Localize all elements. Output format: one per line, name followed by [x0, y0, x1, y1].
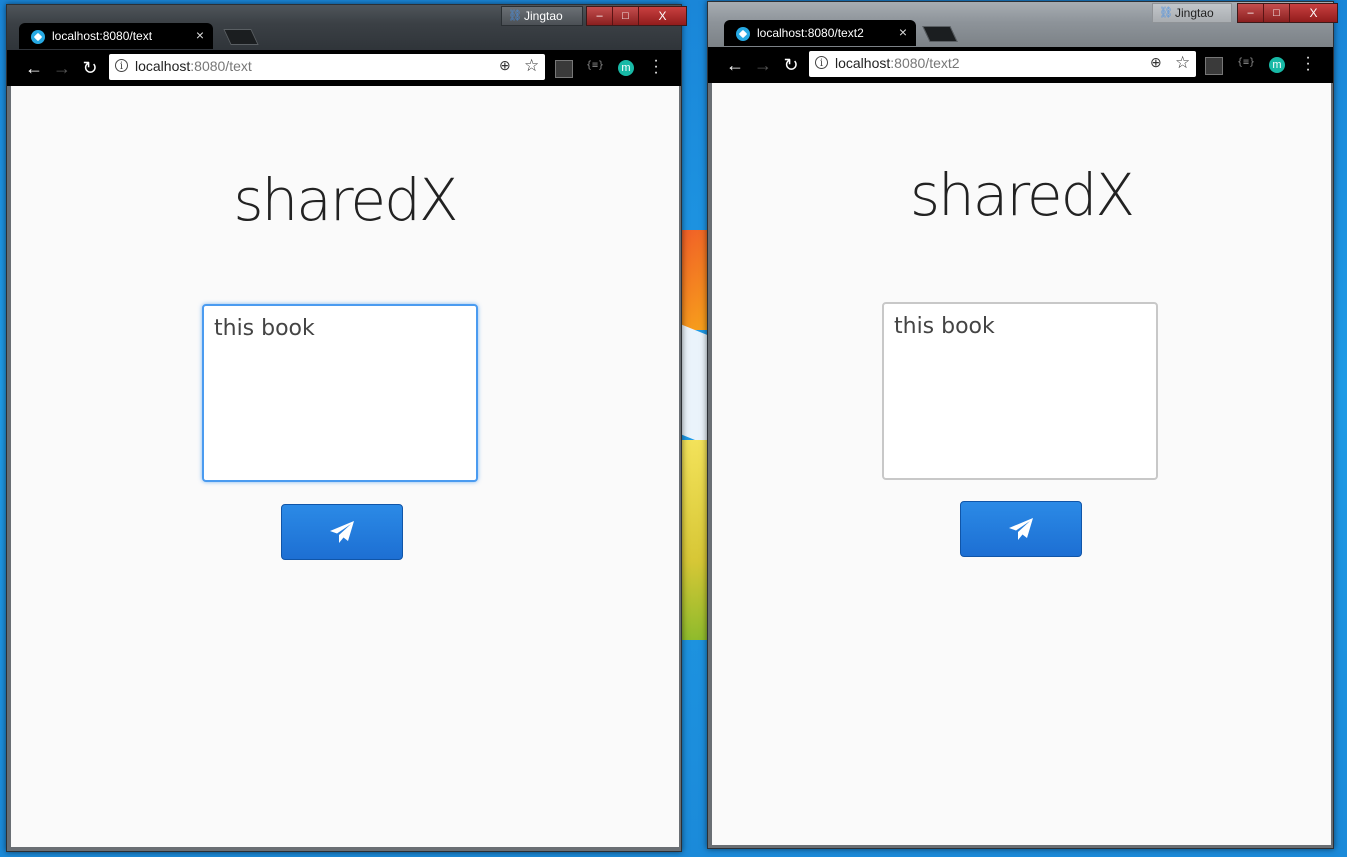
- browser-menu-icon[interactable]: · · ·: [651, 53, 661, 81]
- minimize-button[interactable]: –: [587, 7, 613, 25]
- forward-button[interactable]: →: [750, 47, 776, 83]
- site-favicon-icon: [736, 27, 750, 41]
- profile-button[interactable]: ⛓ Jingtao: [501, 6, 583, 26]
- back-button[interactable]: ←: [722, 47, 748, 83]
- shared-text-input[interactable]: [202, 304, 478, 482]
- address-bar[interactable]: i localhost:8080/text ⊕ ☆: [109, 54, 545, 80]
- reload-button[interactable]: ↻: [778, 47, 804, 83]
- back-button[interactable]: ←: [21, 50, 47, 86]
- browser-tab[interactable]: localhost:8080/text ×: [19, 23, 213, 49]
- bookmark-star-icon[interactable]: ☆: [1175, 53, 1190, 73]
- site-info-icon[interactable]: i: [815, 56, 828, 69]
- zoom-icon[interactable]: ⊕: [1150, 54, 1162, 71]
- profile-icon: ⛓: [508, 10, 522, 22]
- json-extension-icon[interactable]: {≡}: [586, 60, 604, 76]
- reload-button[interactable]: ↻: [77, 50, 103, 86]
- app-title: sharedX: [233, 166, 458, 234]
- pdf-extension-icon[interactable]: [555, 60, 573, 78]
- window-controls: – □ X: [586, 6, 687, 26]
- browser-window-left: localhost:8080/text × ⛓ Jingtao – □ X ← …: [6, 4, 687, 852]
- tab-title: localhost:8080/text2: [757, 26, 864, 40]
- page-viewport: sharedX: [712, 83, 1331, 845]
- profile-icon: ⛓: [1159, 7, 1173, 19]
- paper-plane-icon: [330, 521, 354, 543]
- new-tab-button[interactable]: [223, 29, 259, 45]
- minimize-button[interactable]: –: [1238, 4, 1264, 22]
- maximize-button[interactable]: □: [1264, 4, 1290, 22]
- zoom-icon[interactable]: ⊕: [499, 57, 511, 74]
- close-window-button[interactable]: X: [639, 7, 686, 25]
- send-button[interactable]: [960, 501, 1082, 557]
- browser-tab[interactable]: localhost:8080/text2 ×: [724, 20, 916, 46]
- maximize-button[interactable]: □: [613, 7, 639, 25]
- bookmark-star-icon[interactable]: ☆: [524, 56, 539, 76]
- url-host: localhost: [135, 58, 191, 74]
- profile-button[interactable]: ⛓ Jingtao: [1152, 3, 1232, 23]
- window-controls: – □ X: [1237, 3, 1338, 23]
- page-viewport: sharedX: [11, 86, 679, 847]
- address-bar[interactable]: i localhost:8080/text2 ⊕ ☆: [809, 51, 1196, 77]
- browser-toolbar: ← → ↻ i localhost:8080/text2 ⊕ ☆ {≡} m ·…: [708, 47, 1333, 83]
- new-tab-button[interactable]: [922, 26, 958, 42]
- url-path: :8080/text: [190, 58, 252, 74]
- browser-window-right: localhost:8080/text2 × ⛓ Jingtao – □ X ←…: [707, 1, 1338, 849]
- send-button[interactable]: [281, 504, 403, 560]
- url-path: :8080/text2: [890, 55, 960, 71]
- url-text[interactable]: localhost:8080/text2: [835, 55, 960, 71]
- profile-name: Jingtao: [524, 9, 563, 23]
- forward-button[interactable]: →: [49, 50, 75, 86]
- json-extension-icon[interactable]: {≡}: [1237, 57, 1255, 73]
- tab-close-icon[interactable]: ×: [196, 27, 204, 43]
- m-extension-icon[interactable]: m: [1269, 57, 1285, 73]
- url-text[interactable]: localhost:8080/text: [135, 58, 252, 74]
- app-title: sharedX: [909, 161, 1135, 229]
- m-extension-icon[interactable]: m: [618, 60, 634, 76]
- pdf-extension-icon[interactable]: [1205, 57, 1223, 75]
- tab-title: localhost:8080/text: [52, 29, 153, 43]
- title-bar[interactable]: localhost:8080/text × ⛓ Jingtao – □ X: [7, 5, 687, 51]
- title-bar[interactable]: localhost:8080/text2 × ⛓ Jingtao – □ X: [708, 2, 1338, 48]
- tab-close-icon[interactable]: ×: [899, 24, 907, 40]
- browser-toolbar: ← → ↻ i localhost:8080/text ⊕ ☆ {≡} m · ·…: [7, 50, 681, 86]
- browser-menu-icon[interactable]: · · ·: [1303, 50, 1313, 78]
- url-host: localhost: [835, 55, 891, 71]
- paper-plane-icon: [1009, 518, 1033, 540]
- profile-name: Jingtao: [1175, 6, 1214, 20]
- close-window-button[interactable]: X: [1290, 4, 1337, 22]
- site-info-icon[interactable]: i: [115, 59, 128, 72]
- site-favicon-icon: [31, 30, 45, 44]
- shared-text-input[interactable]: [882, 302, 1158, 480]
